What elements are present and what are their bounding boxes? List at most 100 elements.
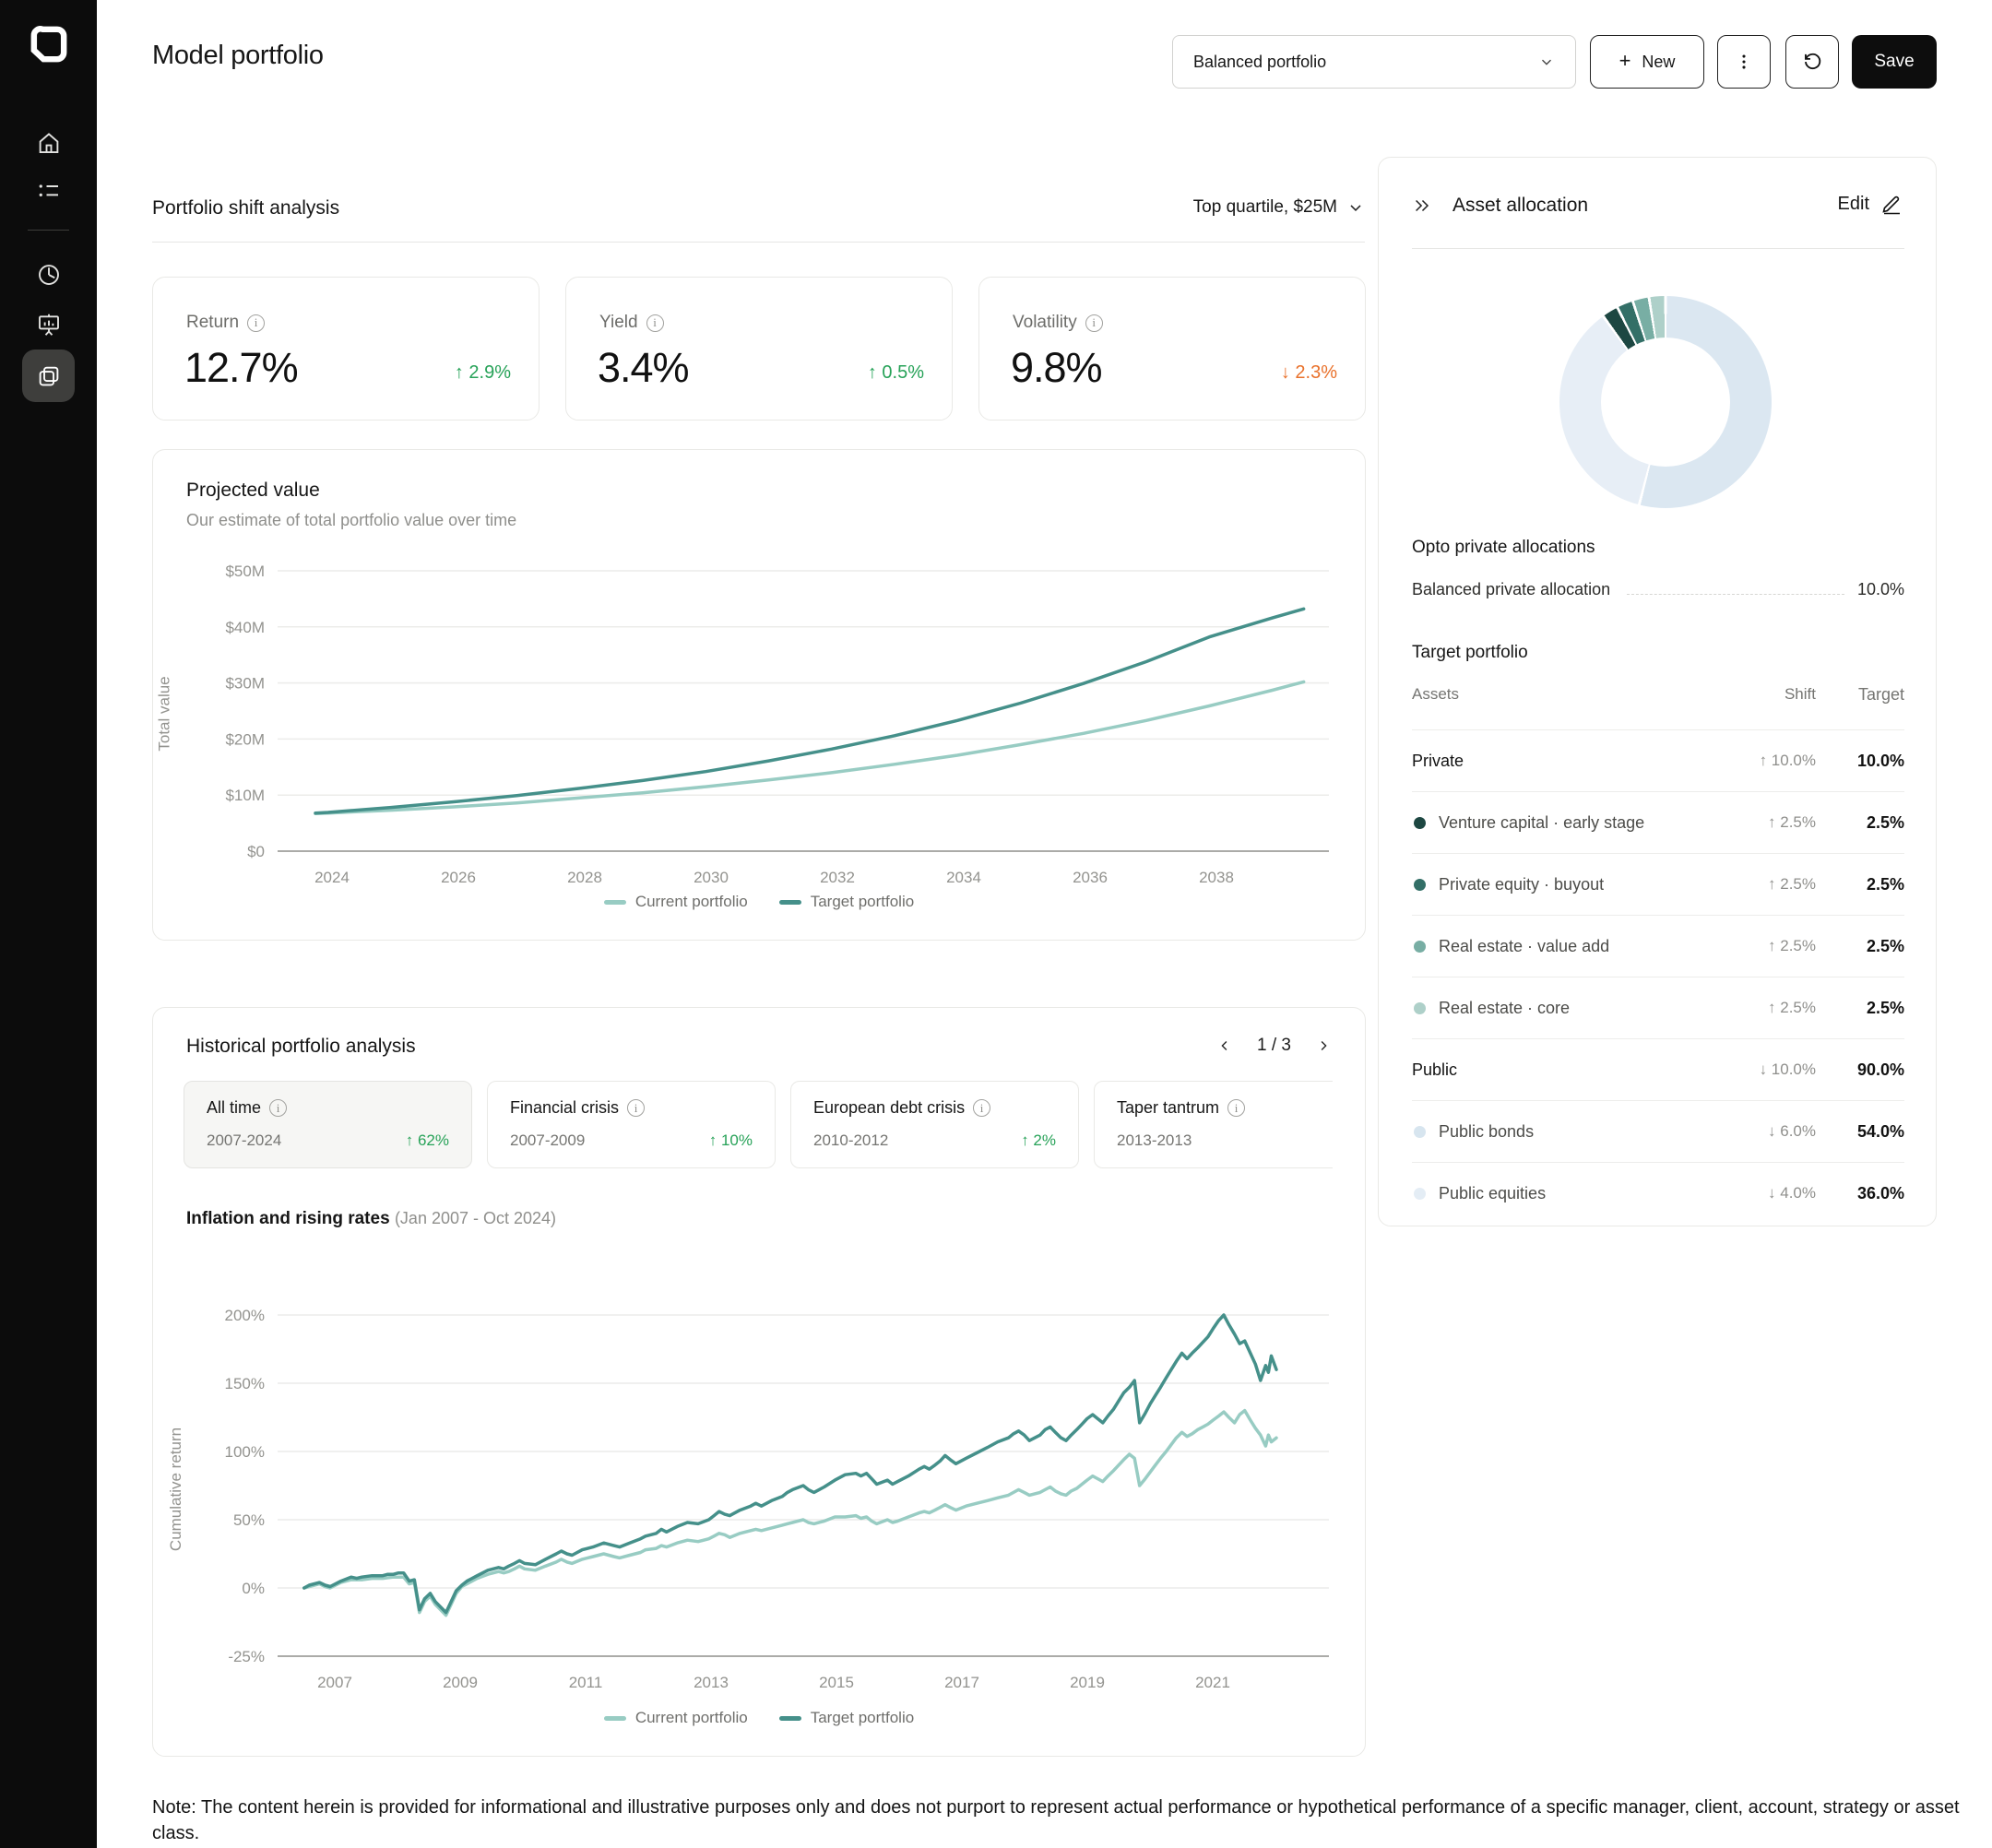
svg-text:$30M: $30M xyxy=(225,675,265,693)
allocation-group-row: Public ↓ 10.0% 90.0% xyxy=(1412,1038,1904,1100)
new-button[interactable]: + New xyxy=(1590,35,1704,89)
pencil-icon xyxy=(1882,195,1900,215)
metric-card-return: Return i 12.7% ↑ 2.9% xyxy=(152,277,540,421)
opto-title: Opto private allocations xyxy=(1412,538,1595,557)
metric-label: Volatility xyxy=(1013,313,1077,332)
svg-text:2036: 2036 xyxy=(1073,869,1108,886)
asset-color-dot xyxy=(1414,1187,1426,1200)
sidebar xyxy=(0,0,97,1848)
sidebar-item-home[interactable] xyxy=(0,129,97,157)
info-icon[interactable]: i xyxy=(247,314,266,332)
svg-text:2013: 2013 xyxy=(694,1674,729,1691)
asset-target: 10.0% xyxy=(1856,751,1904,770)
metric-value: 12.7% xyxy=(184,344,299,391)
collapse-panel-icon[interactable] xyxy=(1412,195,1432,216)
svg-text:2032: 2032 xyxy=(820,869,855,886)
asset-name: Public bonds xyxy=(1439,1121,1535,1141)
historical-analysis-card: Historical portfolio analysis 1 / 3 All … xyxy=(152,1007,1366,1757)
asset-color-dot xyxy=(1414,940,1426,953)
svg-text:$20M: $20M xyxy=(225,730,265,748)
asset-shift: ↑ 2.5% xyxy=(1768,999,1816,1016)
divider xyxy=(152,242,1365,243)
opto-row-value: 10.0% xyxy=(1856,580,1904,598)
svg-text:50%: 50% xyxy=(233,1511,265,1529)
save-button[interactable]: Save xyxy=(1852,35,1937,89)
legend-label: Target portfolio xyxy=(810,893,915,910)
projected-value-card: Projected value Our estimate of total po… xyxy=(152,449,1366,941)
asset-shift: ↓ 6.0% xyxy=(1768,1122,1816,1140)
reset-button[interactable] xyxy=(1785,35,1839,89)
asset-target: 2.5% xyxy=(1866,874,1904,894)
legend-label: Target portfolio xyxy=(810,1709,915,1726)
asset-name: Public equities xyxy=(1439,1183,1547,1202)
svg-text:2009: 2009 xyxy=(443,1674,478,1691)
quartile-filter[interactable]: Top quartile, $25M xyxy=(1193,197,1365,218)
sidebar-item-history[interactable] xyxy=(0,261,97,289)
svg-text:2015: 2015 xyxy=(819,1674,854,1691)
presentation-icon xyxy=(38,314,59,336)
disclaimer-note: Note: The content herein is provided for… xyxy=(152,1797,1960,1843)
asset-shift: ↑ 2.5% xyxy=(1768,875,1816,893)
asset-name: Venture capital · early stage xyxy=(1439,812,1645,832)
asset-color-dot xyxy=(1414,1125,1426,1138)
allocation-asset-row: Real estate · core ↑ 2.5% 2.5% xyxy=(1412,977,1904,1038)
portfolio-select-value: Balanced portfolio xyxy=(1193,52,1327,71)
svg-text:2011: 2011 xyxy=(569,1674,603,1691)
clock-icon xyxy=(38,265,59,285)
asset-target: 2.5% xyxy=(1866,812,1904,832)
app-logo-icon xyxy=(29,24,69,65)
metric-change: ↓ 2.3% xyxy=(1280,362,1337,383)
asset-target: 36.0% xyxy=(1856,1183,1904,1202)
section-title: Portfolio shift analysis xyxy=(152,197,340,219)
asset-name: Private xyxy=(1412,751,1464,770)
allocation-donut-chart xyxy=(1559,296,1772,508)
svg-text:2028: 2028 xyxy=(567,869,602,886)
legend-label: Current portfolio xyxy=(634,1709,748,1726)
svg-text:0%: 0% xyxy=(242,1580,265,1597)
svg-text:2019: 2019 xyxy=(1070,1674,1105,1691)
portfolio-select[interactable]: Balanced portfolio xyxy=(1172,35,1576,89)
legend-swatch-current xyxy=(603,899,626,905)
svg-text:200%: 200% xyxy=(225,1307,265,1324)
svg-text:-25%: -25% xyxy=(228,1648,265,1665)
svg-text:$10M: $10M xyxy=(225,787,265,804)
chart-legend: Current portfolio Target portfolio xyxy=(153,893,1365,911)
sidebar-item-model-portfolios[interactable] xyxy=(22,349,75,402)
asset-shift: ↑ 2.5% xyxy=(1768,813,1816,831)
asset-name: Real estate · core xyxy=(1439,998,1571,1017)
sidebar-divider xyxy=(28,230,69,231)
svg-text:$0: $0 xyxy=(247,843,265,860)
legend-swatch-target xyxy=(778,1715,801,1721)
metric-value: 3.4% xyxy=(598,344,690,391)
allocation-asset-row: Public equities ↓ 4.0% 36.0% xyxy=(1412,1162,1904,1224)
svg-text:2026: 2026 xyxy=(441,869,476,886)
sidebar-item-reports[interactable] xyxy=(0,311,97,338)
metric-card-volatility: Volatility i 9.8% ↓ 2.3% xyxy=(978,277,1366,421)
metric-label: Yield xyxy=(599,313,638,332)
info-icon[interactable]: i xyxy=(1085,314,1103,332)
svg-text:100%: 100% xyxy=(225,1443,265,1461)
metric-change: ↑ 0.5% xyxy=(867,362,924,383)
chart-legend: Current portfolio Target portfolio xyxy=(153,1709,1365,1727)
asset-shift: ↓ 10.0% xyxy=(1759,1060,1816,1078)
asset-name: Private equity · buyout xyxy=(1439,874,1605,894)
more-options-button[interactable] xyxy=(1717,35,1771,89)
target-portfolio-title: Target portfolio xyxy=(1412,643,1528,662)
metric-card-yield: Yield i 3.4% ↑ 0.5% xyxy=(565,277,953,421)
svg-text:$40M: $40M xyxy=(225,619,265,636)
metric-label: Return xyxy=(186,313,240,332)
home-icon xyxy=(39,133,58,153)
portfolios-icon xyxy=(39,366,58,385)
page-title: Model portfolio xyxy=(152,41,324,70)
svg-text:2007: 2007 xyxy=(317,1674,352,1691)
metric-value: 9.8% xyxy=(1011,344,1103,391)
sidebar-item-tasks[interactable] xyxy=(0,177,97,205)
chart-title: Projected value xyxy=(186,480,320,501)
opto-row-label: Balanced private allocation xyxy=(1412,580,1611,598)
allocation-group-row: Private ↑ 10.0% 10.0% xyxy=(1412,729,1904,791)
allocation-asset-row: Private equity · buyout ↑ 2.5% 2.5% xyxy=(1412,853,1904,915)
info-icon[interactable]: i xyxy=(646,314,664,332)
svg-text:2017: 2017 xyxy=(944,1674,979,1691)
asset-color-dot xyxy=(1414,1001,1426,1014)
edit-allocation-button[interactable]: Edit xyxy=(1838,193,1903,215)
